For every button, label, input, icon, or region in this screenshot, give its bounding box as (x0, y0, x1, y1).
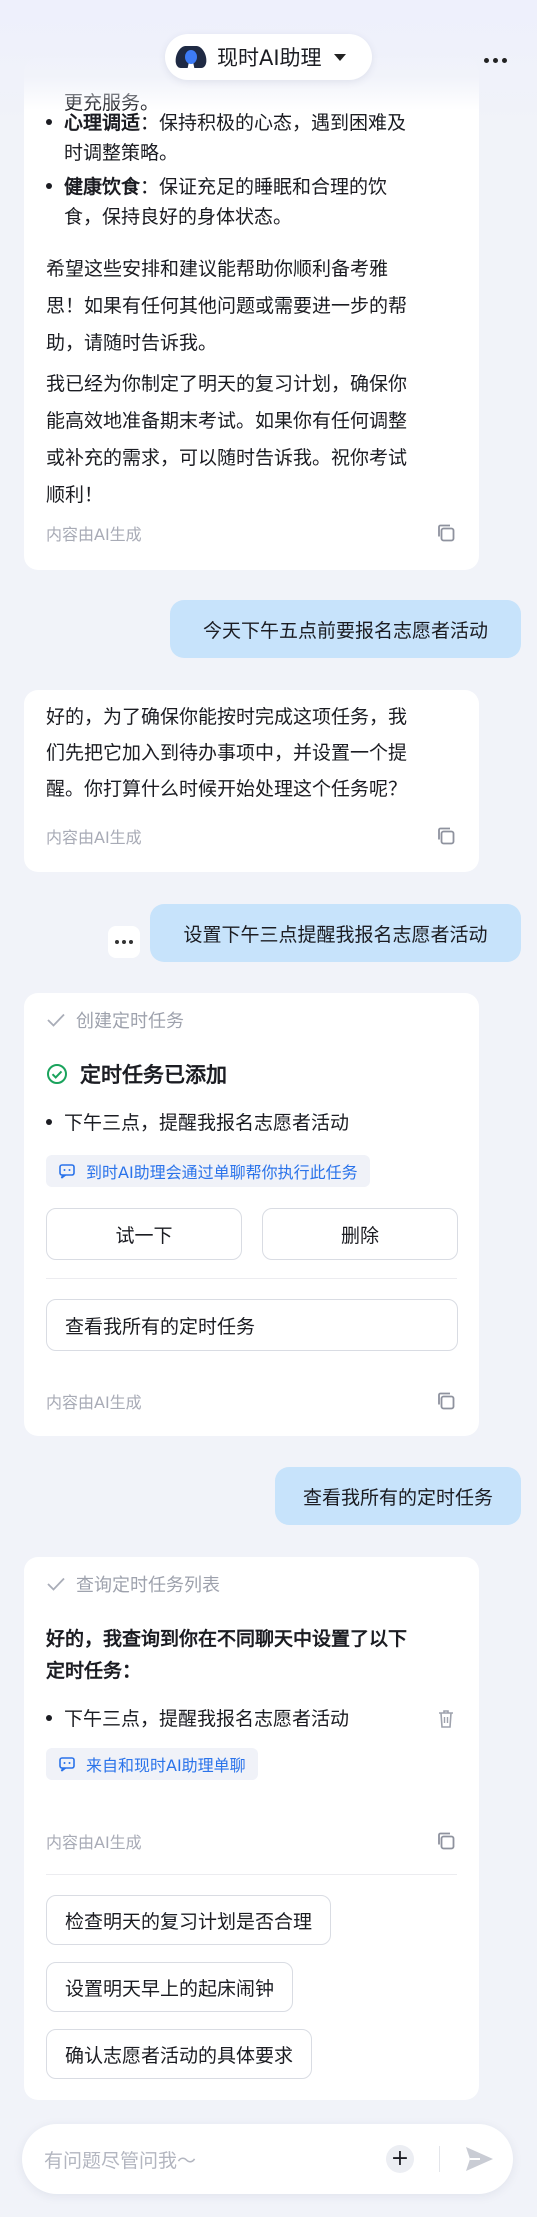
assistant-title: 现时AI助理 (217, 46, 322, 70)
ai-message-card-task-created: 创建定时任务 定时任务已添加 下午三点，提醒我报名志愿者活动 到时AI助理会通过… (24, 993, 479, 1436)
bullet-healthy-diet: 健康饮食：保证充足的睡眠和合理的饮 (46, 172, 387, 202)
assistant-selector[interactable]: 现时AI助理 (165, 34, 372, 80)
check-circle-icon (47, 1064, 67, 1084)
ai-message-card-task-list: 查询定时任务列表 好的，我查询到你在不同聊天中设置了以下 定时任务： 下午三点，… (24, 1557, 479, 2100)
trash-icon[interactable] (436, 1708, 456, 1730)
ai-message-card-todo: 好的，为了确保你能按时完成这项任务，我 们先把它加入到待办事项中，并设置一个提 … (24, 690, 479, 872)
plus-icon[interactable]: + (386, 2145, 414, 2173)
paragraph-hope: 希望这些安排和建议能帮助你顺利备考雅 思！如果有任何其他问题或需要进一步的帮 助… (46, 258, 408, 354)
chevron-down-icon (333, 53, 346, 61)
try-button[interactable]: 试一下 (46, 1208, 242, 1260)
ai-message-card-study-plan: 更充服务。 心理调适：保持积极的心态，遇到困难及 时调整策略。 健康饮食：保证充… (24, 58, 479, 570)
more-options-icon[interactable] (484, 58, 507, 63)
delete-button[interactable]: 删除 (262, 1208, 458, 1260)
task-source-chip: 来自和现时AI助理单聊 (46, 1748, 258, 1780)
chat-input-bar: 有问题尽管问我～ + (22, 2124, 513, 2194)
bullet-healthy-diet-cont: 食，保持良好的身体状态。 (64, 206, 293, 228)
suggestion-confirm-volunteer[interactable]: 确认志愿者活动的具体要求 (46, 2029, 313, 2079)
assistant-logo-icon (173, 39, 209, 75)
paragraph-plan-summary: 我已经为你制定了明天的复习计划，确保你 能高效地准备期末考试。如果你有任何调整 … (46, 373, 408, 506)
user-message-set-reminder: 设置下午三点提醒我报名志愿者活动 (150, 904, 521, 962)
ai-generated-label: 内容由AI生成 (46, 1393, 142, 1412)
user-message-register-volunteer: 今天下午五点前要报名志愿者活动 (170, 600, 521, 658)
task-item: 下午三点，提醒我报名志愿者活动 (46, 1704, 349, 1734)
divider (46, 1278, 457, 1279)
copy-icon[interactable] (435, 825, 457, 847)
ellipsis-icon (115, 940, 119, 944)
task-item: 下午三点，提醒我报名志愿者活动 (46, 1108, 349, 1138)
ai-generated-label: 内容由AI生成 (46, 1833, 142, 1852)
send-icon[interactable] (463, 2143, 495, 2175)
chat-bubble-icon (59, 1164, 75, 1179)
top-header: 现时AI助理 (0, 0, 537, 110)
bullet-mental-adjustment-cont: 时调整策略。 (64, 142, 179, 164)
copy-icon[interactable] (435, 1830, 457, 1852)
view-all-tasks-button[interactable]: 查看我所有的定时任务 (46, 1299, 458, 1351)
bullet-mental-adjustment: 心理调适：保持积极的心态，遇到困难及 (46, 108, 406, 138)
suggestion-check-review-plan[interactable]: 检查明天的复习计划是否合理 (46, 1895, 332, 1945)
chat-bubble-icon (59, 1757, 75, 1772)
step-query-task-list: 查询定时任务列表 (46, 1571, 220, 1597)
step-create-task: 创建定时任务 (46, 1007, 184, 1033)
task-list-heading: 好的，我查询到你在不同聊天中设置了以下 定时任务： (46, 1628, 408, 1682)
message-more-button[interactable] (108, 926, 140, 958)
message-input[interactable]: 有问题尽管问我～ (44, 2146, 196, 2173)
user-message-view-tasks: 查看我所有的定时任务 (275, 1467, 521, 1525)
check-icon (47, 1577, 65, 1591)
ai-generated-label: 内容由AI生成 (46, 828, 142, 847)
check-icon (47, 1013, 65, 1027)
ai-generated-label: 内容由AI生成 (46, 525, 142, 544)
task-execution-chip: 到时AI助理会通过单聊帮你执行此任务 (46, 1155, 370, 1187)
divider (46, 1874, 457, 1875)
suggestion-set-alarm[interactable]: 设置明天早上的起床闹钟 (46, 1962, 294, 2012)
copy-icon[interactable] (435, 1390, 457, 1412)
divider (439, 2146, 440, 2172)
copy-icon[interactable] (435, 522, 457, 544)
task-added-title: 定时任务已添加 (46, 1059, 227, 1089)
